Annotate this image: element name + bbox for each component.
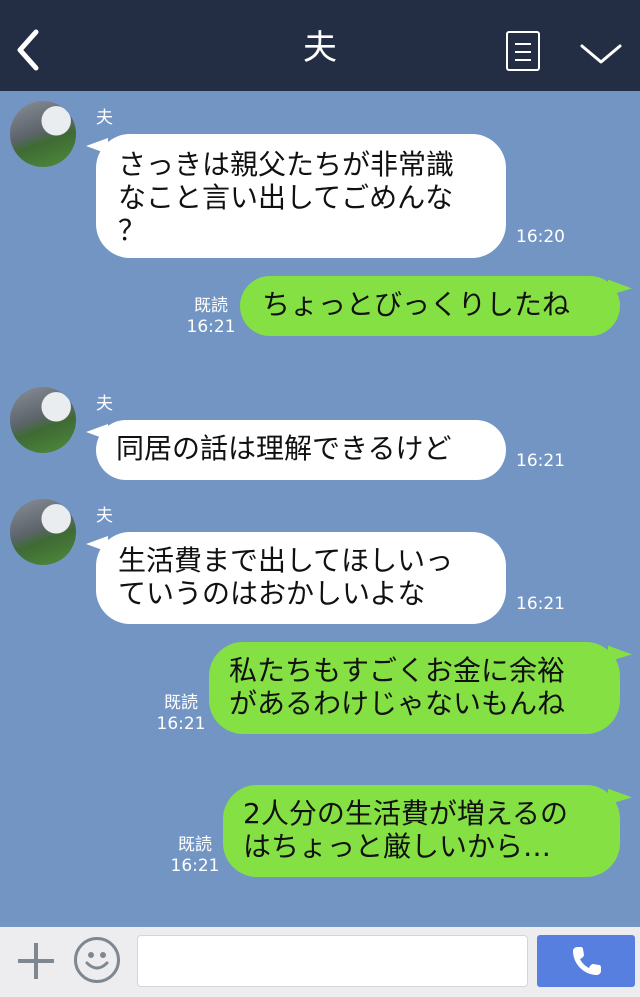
message-bubble[interactable]: 2人分の生活費が増えるの はちょっと厳しいから… bbox=[223, 785, 620, 877]
call-button[interactable] bbox=[537, 935, 635, 987]
sender-name: 夫 bbox=[96, 506, 113, 526]
chevron-down-icon bbox=[580, 44, 622, 64]
message-bubble[interactable]: さっきは親父たちが非常識 なこと言い出してごめんな ？ bbox=[96, 134, 506, 258]
message-time: 16:20 bbox=[516, 227, 565, 247]
add-button[interactable] bbox=[14, 939, 58, 983]
message-bubble[interactable]: 生活費まで出してほしいっ ていうのはおかしいよな bbox=[96, 532, 506, 624]
read-status: 既読 16:21 bbox=[170, 835, 220, 877]
message-list[interactable]: 夫 さっきは親父たちが非常識 なこと言い出してごめんな ？ 16:20 既読 1… bbox=[0, 91, 640, 927]
smiley-icon bbox=[85, 952, 109, 970]
collapse-button[interactable] bbox=[578, 38, 624, 70]
read-label: 既読 bbox=[164, 693, 198, 713]
sender-name: 夫 bbox=[96, 108, 113, 128]
message-bubble[interactable]: ちょっとびっくりしたね bbox=[240, 276, 620, 336]
plus-icon bbox=[18, 943, 54, 979]
message-time: 16:21 bbox=[156, 714, 206, 734]
message-bubble[interactable]: 私たちもすごくお金に余裕 があるわけじゃないもんね bbox=[209, 642, 620, 734]
read-status: 既読 16:21 bbox=[156, 693, 206, 735]
message-time: 16:21 bbox=[516, 594, 565, 614]
message-bubble[interactable]: 同居の話は理解できるけど bbox=[96, 420, 506, 480]
message-time: 16:21 bbox=[186, 317, 236, 337]
read-status: 既読 16:21 bbox=[186, 296, 236, 338]
sender-name: 夫 bbox=[96, 394, 113, 414]
message-time: 16:21 bbox=[170, 856, 220, 876]
read-label: 既読 bbox=[178, 835, 212, 855]
read-label: 既読 bbox=[194, 296, 228, 316]
sticker-button[interactable] bbox=[74, 937, 120, 983]
avatar[interactable] bbox=[10, 499, 76, 565]
message-time: 16:21 bbox=[516, 451, 565, 471]
phone-icon bbox=[573, 947, 601, 975]
menu-button[interactable] bbox=[506, 31, 540, 71]
input-bar bbox=[0, 927, 640, 997]
chat-header: 夫 bbox=[0, 0, 640, 91]
avatar[interactable] bbox=[10, 387, 76, 453]
message-input[interactable] bbox=[137, 935, 528, 987]
avatar[interactable] bbox=[10, 101, 76, 167]
chat-title: 夫 bbox=[303, 28, 337, 68]
